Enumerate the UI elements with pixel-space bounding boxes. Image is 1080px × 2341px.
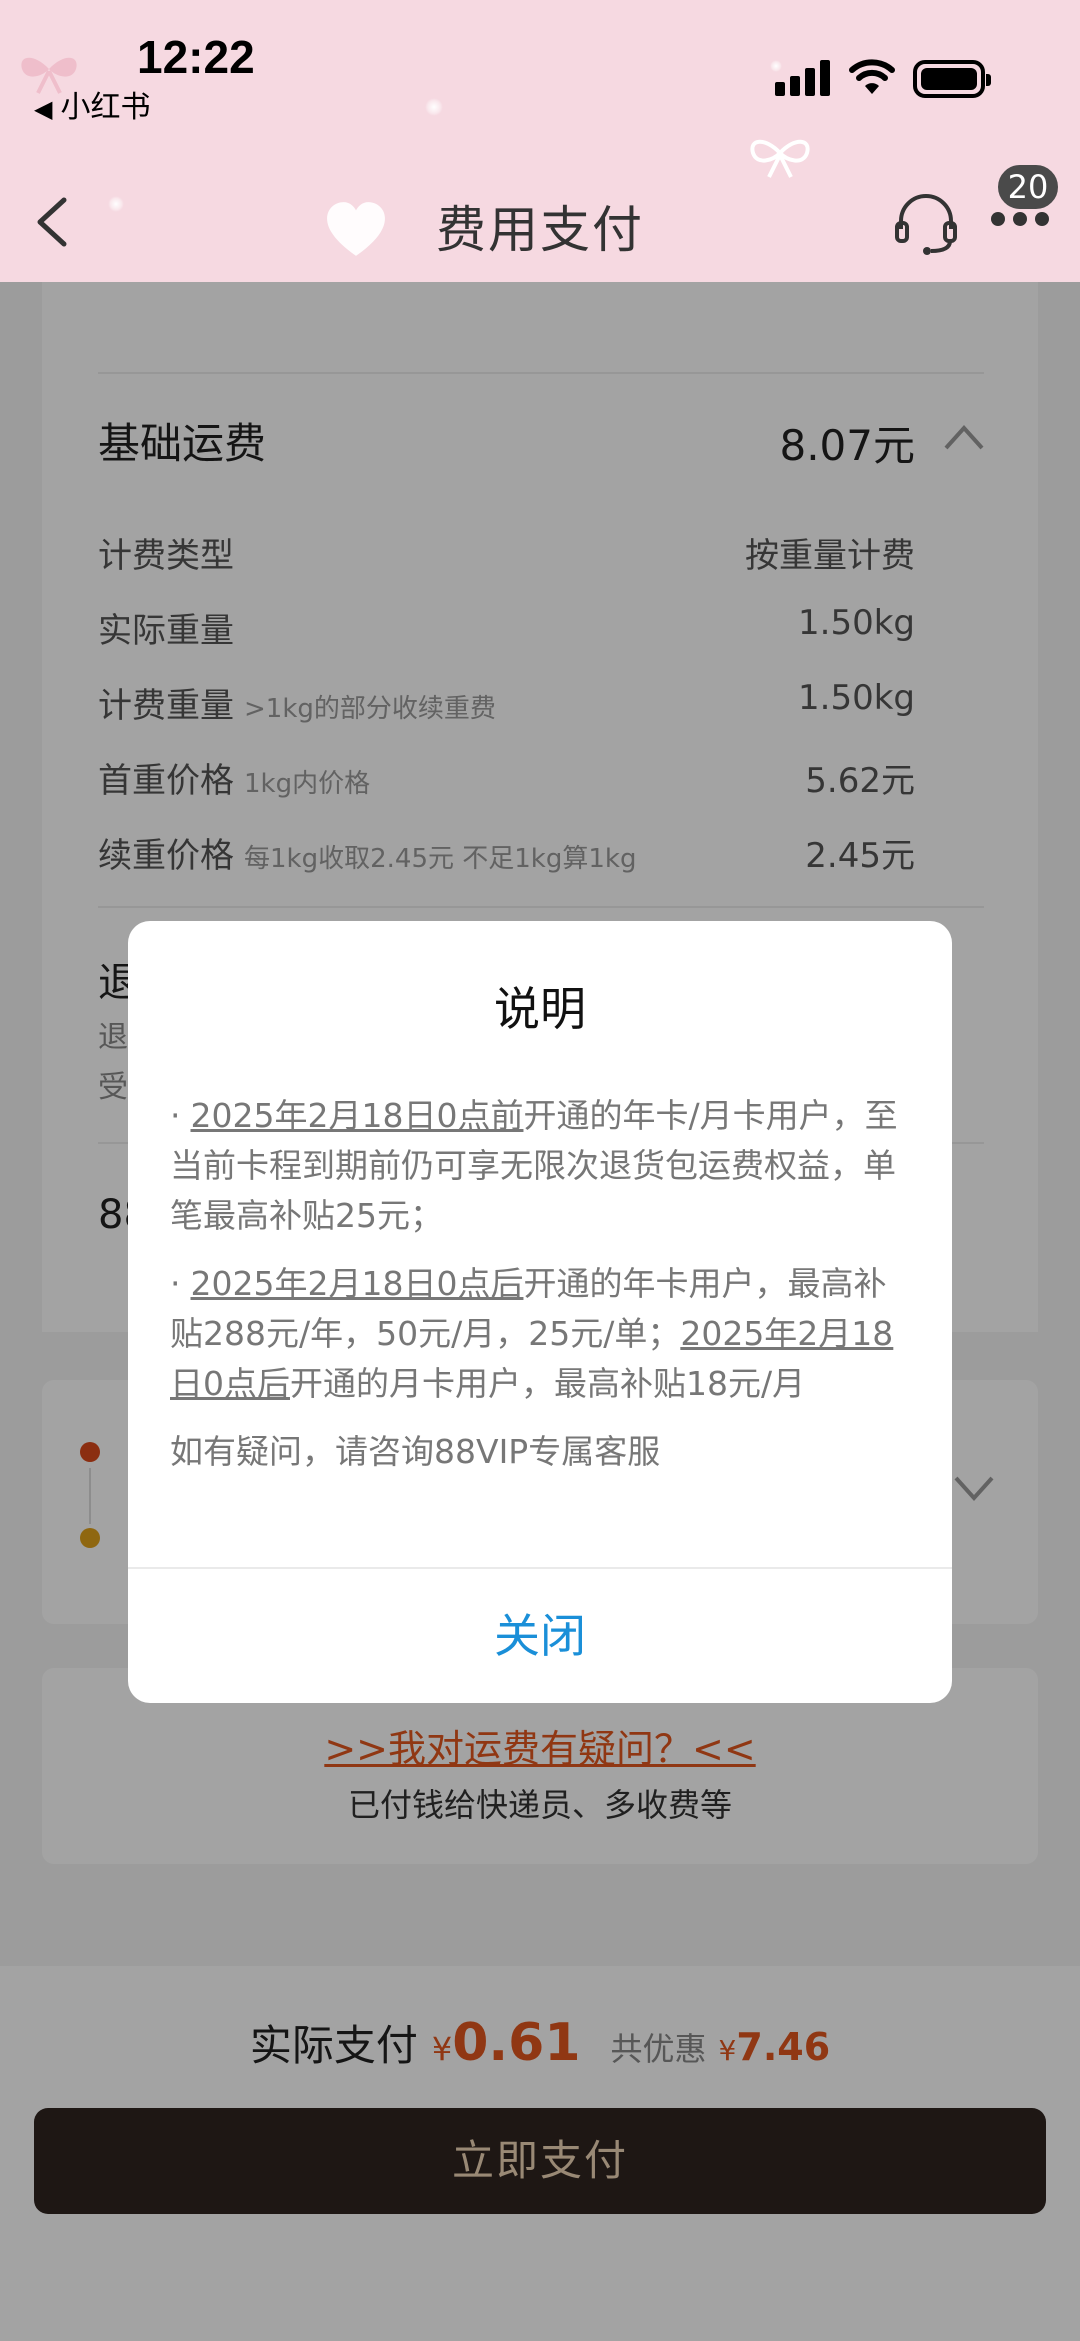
headset-icon[interactable]: [893, 189, 959, 257]
header: 12:22 ◀ 小红书 费用支付 20: [0, 0, 1080, 282]
date-condition-underlined: 2025年2月18日0点前: [190, 1096, 524, 1135]
bullet: ·: [170, 1264, 181, 1303]
bullet: ·: [170, 1096, 181, 1135]
dialog-text: 开通的月卡用户，最高补贴18元/月: [290, 1364, 806, 1403]
status-time: 12:22: [137, 31, 255, 83]
wifi-icon: [849, 59, 895, 94]
back-app-label: 小红书: [60, 90, 151, 125]
more-dots-icon[interactable]: [991, 212, 1049, 228]
battery-icon: [913, 60, 991, 98]
back-to-app[interactable]: ◀ 小红书: [34, 82, 150, 126]
signal-icon: [775, 60, 831, 96]
explanation-dialog: 说明 · 2025年2月18日0点前开通的年卡/月卡用户，至当前卡程到期前仍可享无…: [128, 921, 952, 1703]
back-triangle-icon: ◀: [34, 95, 53, 123]
notification-badge: 20: [995, 162, 1061, 212]
dialog-paragraph: · 2025年2月18日0点前开通的年卡/月卡用户，至当前卡程到期前仍可享无限次退…: [170, 1091, 915, 1241]
dialog-paragraph: · 2025年2月18日0点后开通的年卡用户，最高补贴288元/年，50元/月，2…: [170, 1259, 915, 1409]
dialog-title: 说明: [494, 982, 586, 1036]
date-condition-underlined: 2025年2月18日0点后: [190, 1264, 524, 1303]
dialog-body: · 2025年2月18日0点前开通的年卡/月卡用户，至当前卡程到期前仍可享无限次退…: [170, 1091, 915, 1495]
close-button[interactable]: 关闭: [128, 1569, 952, 1703]
dialog-paragraph: 如有疑问，请咨询88VIP专属客服: [170, 1432, 661, 1471]
sparkle-decoration: [425, 98, 443, 116]
bow-decoration-icon: [750, 139, 810, 178]
